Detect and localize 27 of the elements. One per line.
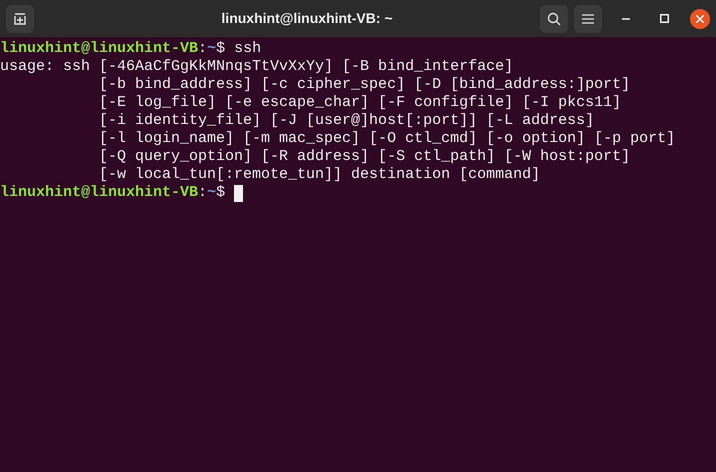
close-button[interactable]: [690, 8, 710, 28]
output-line: usage: ssh [-46AaCfGgKkMNnqsTtVvXxYy] [-B bind_interface]: [0, 58, 514, 76]
output-line: [-i identity_file] [-J [user@]host[:port]] [-L address]: [98, 112, 594, 130]
new-tab-icon: [13, 12, 27, 26]
prompt-user-host: linuxhint@linuxhint-VB: [0, 40, 198, 58]
prompt-symbol: $: [216, 184, 226, 202]
output-line: [-Q query_option] [-R address] [-S ctl_path] [-W host:port]: [98, 148, 630, 166]
prompt-symbol: $: [216, 40, 226, 58]
output-line: [-E log_file] [-e escape_char] [-F configfile] [-I pkcs11]: [98, 94, 622, 112]
prompt-path: ~: [207, 184, 216, 202]
menu-button[interactable]: [574, 4, 602, 32]
output-line: [-l login_name] [-m mac_spec] [-O ctl_cmd] [-o option] [-p port]: [98, 130, 676, 148]
prompt-user-host: linuxhint@linuxhint-VB: [0, 184, 198, 202]
new-tab-button[interactable]: [6, 4, 34, 32]
command-text: ssh: [233, 40, 262, 58]
prompt-separator: :: [198, 184, 208, 202]
maximize-icon: [660, 14, 668, 23]
search-button[interactable]: [540, 4, 568, 32]
window-title: linuxhint@linuxhint-VB: ~: [221, 9, 393, 28]
output-line: [-w local_tun[:remote_tun]] destination [command]: [98, 166, 540, 184]
search-icon: [547, 12, 561, 26]
prompt-path: ~: [207, 40, 216, 58]
output-line: [-b bind_address] [-c cipher_spec] [-D [bind_address:]port]: [98, 76, 630, 94]
minimize-icon: [622, 18, 630, 20]
menu-icon: [582, 14, 594, 24]
close-icon: [696, 14, 704, 22]
prompt-separator: :: [198, 40, 208, 58]
